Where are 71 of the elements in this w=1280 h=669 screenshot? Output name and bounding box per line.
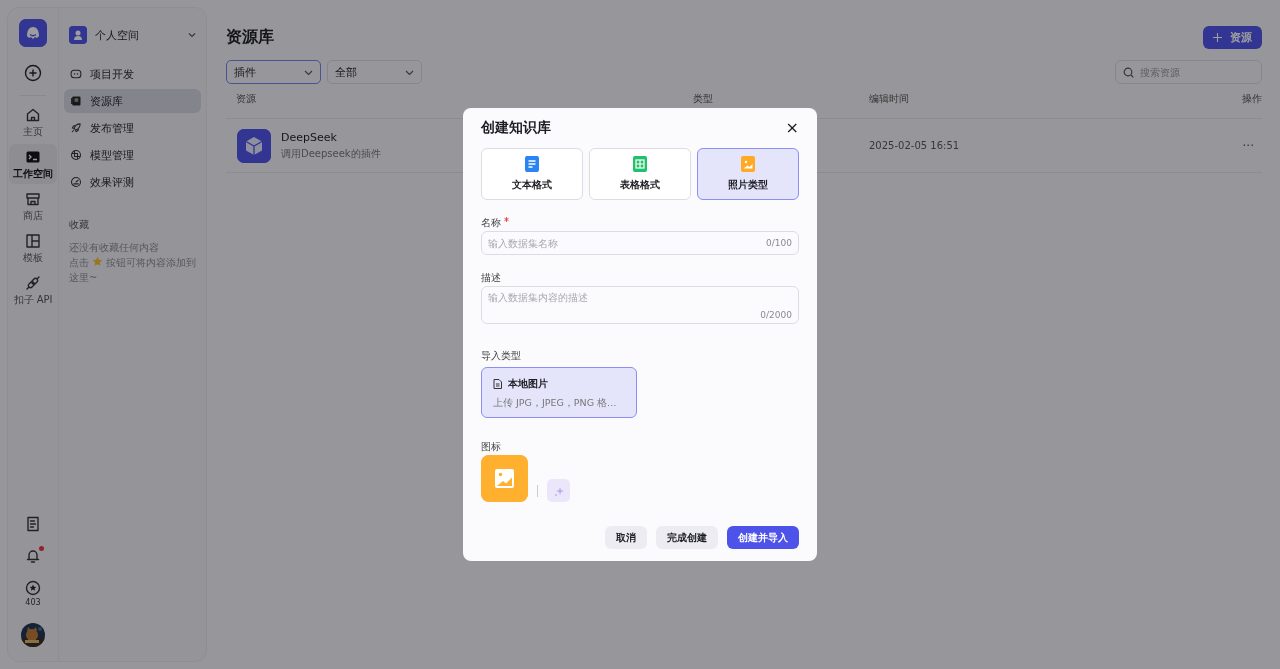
rocket-icon xyxy=(70,122,82,134)
character-count: 0/100 xyxy=(766,238,792,248)
caret-icon xyxy=(187,30,197,40)
file-icon xyxy=(493,379,502,389)
input-box[interactable]: 输入数据集名称 0/100 xyxy=(481,231,799,255)
table-icon xyxy=(633,156,647,172)
format-option[interactable]: 文本格式 xyxy=(481,148,583,200)
image-icon xyxy=(481,455,528,502)
document-icon xyxy=(525,156,539,172)
character-count: 0/2000 xyxy=(760,310,792,320)
text-area-box[interactable]: 输入数据集内容的描述 0/2000 xyxy=(481,286,799,324)
import-option[interactable]: 本地图片 上传 JPG，JPEG，PNG 格… xyxy=(481,367,637,418)
filter-select[interactable]: 插件 xyxy=(226,60,321,84)
page-title: 资源库 xyxy=(226,26,274,48)
filter-select[interactable]: 全部 xyxy=(327,60,422,84)
terminal-icon xyxy=(25,149,41,165)
user-icon xyxy=(69,26,87,44)
input-field[interactable]: 输入数据集名称 xyxy=(488,237,767,249)
gauge-icon xyxy=(70,176,82,188)
format-option[interactable]: 表格格式 xyxy=(589,148,691,200)
plus-icon xyxy=(1213,32,1222,42)
field-label: 导入类型 xyxy=(481,350,521,361)
field-label: 描述 xyxy=(481,272,501,283)
star-count: 403 xyxy=(25,598,41,607)
document-icon xyxy=(25,516,41,532)
store-icon xyxy=(25,191,41,207)
column-header: 类型 xyxy=(692,92,714,106)
field-label: 名称 xyxy=(481,217,501,228)
rail-item[interactable]: 主页 xyxy=(9,102,57,142)
rail-item[interactable]: 模板 xyxy=(9,228,57,268)
rail-item[interactable]: 商店 xyxy=(9,186,57,226)
create-import-button[interactable]: 创建并导入 xyxy=(727,526,799,549)
close-button[interactable]: × xyxy=(781,119,799,137)
add-icon xyxy=(24,64,42,82)
sparkle-icon xyxy=(553,485,564,496)
nav-item[interactable]: 效果评测 xyxy=(64,170,201,194)
space-name[interactable]: 个人空间 xyxy=(95,27,179,43)
table-cell-text: 2025-02-05 16:51 xyxy=(868,139,961,153)
layout-icon xyxy=(25,233,41,249)
resource-name[interactable]: DeepSeek xyxy=(281,130,381,144)
nav-item[interactable]: 项目开发 xyxy=(64,62,201,86)
resource-description: 调用Deepseek的插件 xyxy=(281,146,381,161)
star-icon xyxy=(92,256,103,267)
column-header: 资源 xyxy=(235,92,257,106)
section-title: 收藏 xyxy=(69,218,90,232)
add-resource-button[interactable]: 资源 xyxy=(1203,25,1262,49)
text-area[interactable]: 输入数据集内容的描述 xyxy=(488,291,792,310)
generate-button[interactable] xyxy=(547,479,570,502)
image-icon xyxy=(741,156,755,172)
home-icon xyxy=(25,107,41,123)
rail-item[interactable]: 工作空间 xyxy=(9,144,57,184)
format-option[interactable]: 照片类型 xyxy=(697,148,799,200)
link-icon xyxy=(25,275,41,291)
book-icon xyxy=(70,95,82,107)
field-label: 图标 xyxy=(481,441,501,452)
option-description: 上传 JPG，JPEG，PNG 格… xyxy=(493,397,618,410)
search-icon xyxy=(1123,66,1134,78)
option-title: 本地图片 xyxy=(508,377,548,391)
nav-item[interactable]: 资源库 xyxy=(64,89,201,113)
more-button[interactable]: ··· xyxy=(1222,119,1262,172)
column-header: 编辑时间 xyxy=(868,92,910,106)
nav-item[interactable]: 发布管理 xyxy=(64,116,201,140)
logo-icon xyxy=(19,19,47,47)
rail-item[interactable]: 扣子 API xyxy=(9,270,57,310)
dialog-button[interactable]: 取消 xyxy=(605,526,647,549)
bell-icon xyxy=(25,548,41,564)
dialog-title: 创建知识库 xyxy=(481,119,551,137)
nav-item[interactable]: 模型管理 xyxy=(64,143,201,167)
bot-icon xyxy=(70,68,82,80)
dialog-button[interactable]: 完成创建 xyxy=(656,526,718,549)
column-header: 操作 xyxy=(1241,92,1262,106)
